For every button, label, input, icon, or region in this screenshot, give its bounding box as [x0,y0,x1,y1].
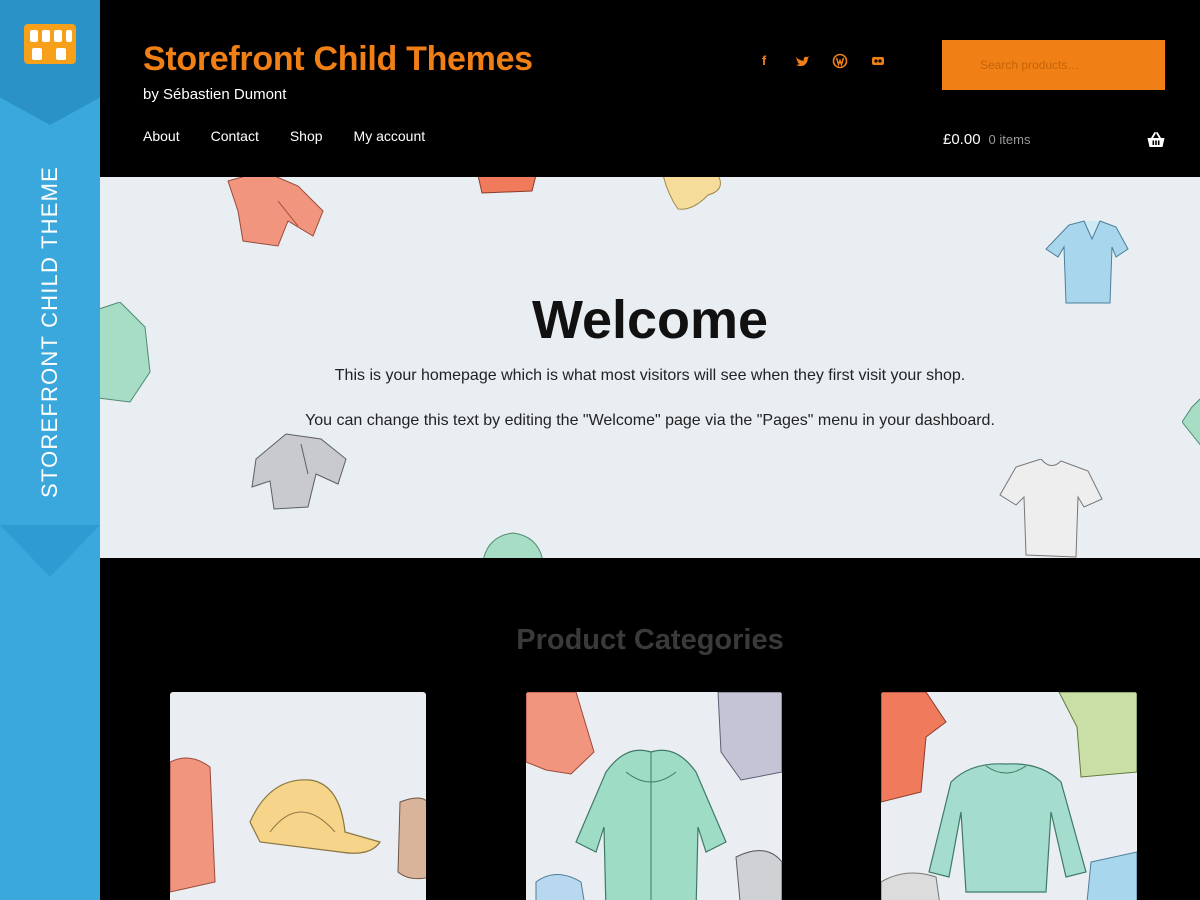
category-card-hoodies[interactable] [526,692,782,900]
product-categories-section: Product Categories [100,558,1200,900]
accessories-illustration [170,757,426,893]
welcome-paragraph-1: This is your homepage which is what most… [334,367,966,384]
search-input[interactable] [942,40,1165,90]
category-card-tshirts[interactable] [881,692,1137,900]
cart-item-count: 0 items [988,132,1031,147]
shirt-illustration [477,177,537,194]
welcome-paragraph-2: You can change this text by editing the … [305,412,995,429]
wordpress-icon[interactable] [831,52,849,70]
basket-icon[interactable] [1146,131,1166,149]
tshirts-illustration [881,692,1137,900]
category-card-accessories[interactable] [170,692,426,900]
product-categories-heading: Product Categories [516,624,784,656]
grey-hoodie-illustration [251,433,347,510]
welcome-hero: Welcome This is your homepage which is w… [100,177,1200,558]
storefront-awning-icon[interactable] [22,22,78,66]
site-title[interactable]: Storefront Child Themes [143,40,533,79]
ribbon-label: STOREFRONT CHILD THEME [37,166,62,498]
nav-item-my-account[interactable]: My account [354,128,426,144]
twitter-icon[interactable] [793,52,811,70]
primary-navigation: About Contact Shop My account [143,128,425,144]
facebook-icon[interactable]: f [755,52,773,70]
nav-item-contact[interactable]: Contact [211,128,259,144]
hoodies-illustration [526,692,782,900]
welcome-title: Welcome [531,290,769,350]
social-links: f [755,52,887,70]
site-description: by Sébastien Dumont [143,86,287,103]
hood-illustration [483,532,543,558]
cart-amount: £0.00 [943,131,981,148]
nav-item-about[interactable]: About [143,128,180,144]
flickr-icon[interactable] [869,52,887,70]
tshirt-illustration [999,459,1103,558]
site-header: Storefront Child Themes by Sébastien Dum… [100,0,1200,177]
cap-illustration [663,177,721,210]
shirt-edge-illustration [1182,398,1200,446]
side-ribbon: STOREFRONT CHILD THEME [0,0,100,900]
hoodie-illustration [227,177,324,247]
nav-item-shop[interactable]: Shop [290,128,323,144]
cart-summary[interactable]: £0.00 0 items [943,131,1030,148]
